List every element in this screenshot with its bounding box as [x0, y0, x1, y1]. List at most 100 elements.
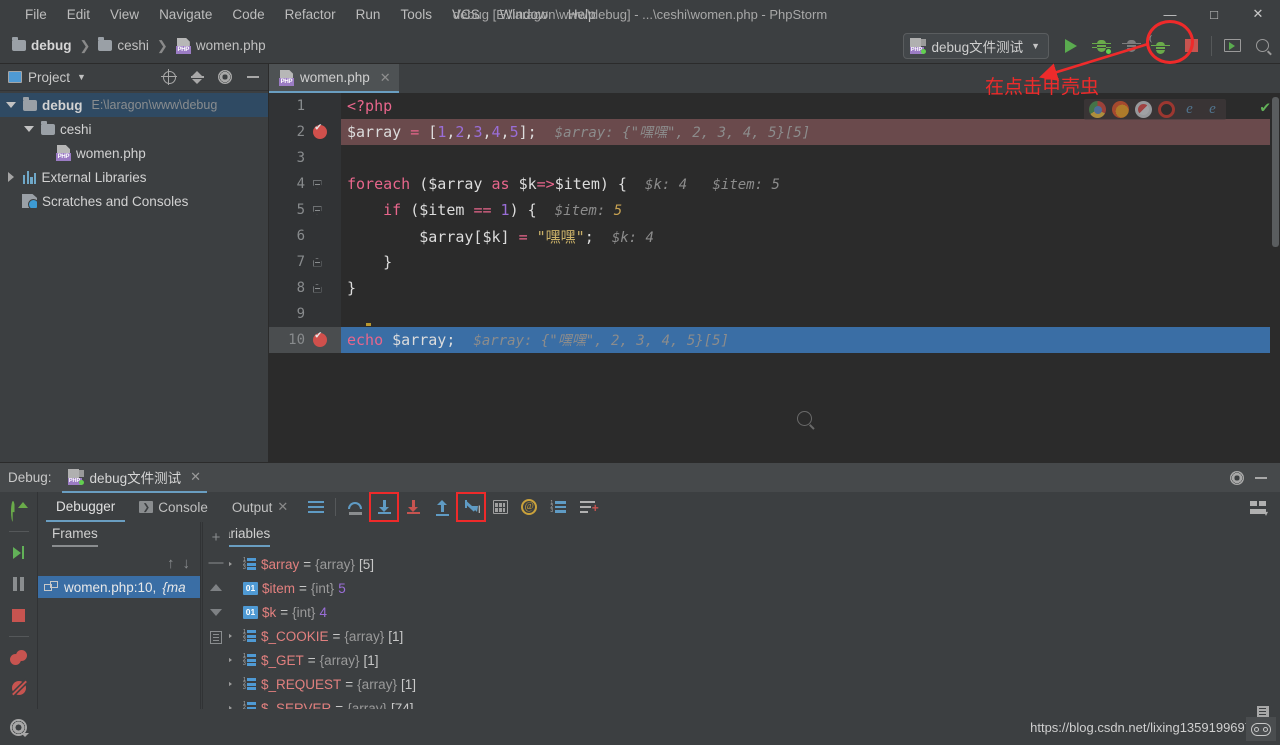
minimize-button[interactable]: — — [1148, 0, 1192, 28]
run-button[interactable] — [1057, 32, 1085, 60]
run-configuration-selector[interactable]: PHP debug文件测试 ▼ — [902, 32, 1049, 59]
debug-settings-button[interactable] — [1226, 467, 1248, 489]
breakpoint-icon[interactable] — [313, 120, 327, 139]
frame-list-item[interactable]: women.php:10, {ma — [38, 576, 200, 598]
layout-settings-button[interactable]: ▾ — [1244, 493, 1272, 521]
tab-output[interactable]: Output ✕ — [222, 492, 298, 522]
collapse-all-button[interactable] — [186, 66, 208, 88]
scroll-from-source-button[interactable] — [158, 66, 180, 88]
menu-item-refactor[interactable]: Refactor — [276, 4, 345, 25]
breadcrumb-item-ceshi[interactable]: ceshi — [94, 36, 153, 55]
variable-row-item[interactable]: 01 $item = {int} 5 — [201, 576, 1280, 600]
menu-item-tools[interactable]: Tools — [391, 4, 441, 25]
firefox-icon[interactable] — [1112, 101, 1129, 118]
step-into-button[interactable] — [369, 492, 400, 522]
fold-handle[interactable] — [311, 179, 323, 189]
variables-list-button[interactable]: 123 — [544, 493, 572, 521]
add-watch-button[interactable]: + — [205, 526, 227, 548]
menu-item-help[interactable]: Help — [559, 4, 605, 25]
move-down-button[interactable] — [205, 601, 227, 623]
gutter[interactable]: 6 — [269, 223, 341, 249]
view-breakpoints-button[interactable] — [2, 643, 36, 672]
code-editor[interactable]: 1 <?php 2 $array = [1,2,3,4,5]; $array: … — [269, 93, 1280, 462]
terminal-tool-button[interactable] — [1246, 717, 1276, 741]
edge-icon[interactable]: e — [1204, 101, 1221, 118]
frame-down-button[interactable]: ↓ — [183, 555, 191, 572]
search-icon[interactable] — [797, 411, 812, 426]
menu-item-code[interactable]: Code — [223, 4, 273, 25]
ide-settings-icon[interactable] — [10, 718, 29, 737]
debug-button[interactable] — [1087, 32, 1115, 60]
variable-row-cookie[interactable]: 123 $_COOKIE = {array} [1] — [201, 624, 1280, 648]
close-icon[interactable]: ✕ — [277, 499, 288, 515]
sidebar-item-ceshi[interactable]: ceshi — [0, 117, 268, 141]
fold-handle[interactable] — [311, 205, 323, 215]
twisty-down-icon[interactable] — [4, 102, 18, 108]
variables-tab[interactable]: Variables — [201, 522, 1280, 550]
sidebar-item-external-libraries[interactable]: External Libraries — [0, 165, 268, 189]
sidebar-item-scratches[interactable]: Scratches and Consoles — [0, 189, 268, 213]
listen-php-debug-button[interactable]: ⦅ — [1147, 32, 1175, 60]
move-up-button[interactable] — [205, 576, 227, 598]
editor-scrollbar[interactable] — [1270, 93, 1280, 462]
opera-icon[interactable] — [1158, 101, 1175, 118]
show-execution-point-button[interactable] — [302, 493, 330, 521]
project-settings-button[interactable] — [214, 66, 236, 88]
close-icon[interactable]: ✕ — [190, 469, 201, 485]
close-icon[interactable]: ✕ — [380, 70, 391, 86]
gutter[interactable]: 10 — [269, 327, 341, 353]
gutter[interactable]: 7 — [269, 249, 341, 275]
browser-launch-bar[interactable]: e e — [1084, 99, 1226, 120]
add-to-watches-button[interactable]: + — [573, 493, 601, 521]
menu-item-edit[interactable]: Edit — [58, 4, 99, 25]
mute-breakpoints-button[interactable] — [2, 674, 36, 703]
resume-program-button[interactable] — [2, 538, 36, 567]
run-to-cursor-button[interactable]: I — [456, 492, 487, 522]
tab-debugger[interactable]: Debugger — [46, 492, 126, 522]
gutter[interactable]: 5 — [269, 197, 341, 223]
menu-item-view[interactable]: View — [101, 4, 148, 25]
pause-program-button[interactable] — [2, 569, 36, 598]
sidebar-item-debug[interactable]: debug E:\laragon\www\debug — [0, 93, 268, 117]
stop-button[interactable] — [1177, 32, 1205, 60]
gutter[interactable]: 1 — [269, 93, 341, 119]
variable-row-k[interactable]: 01 $k = {int} 4 — [201, 600, 1280, 624]
fold-handle[interactable] — [311, 257, 323, 267]
gutter[interactable]: 8 — [269, 275, 341, 301]
hide-debug-button[interactable] — [1250, 467, 1272, 489]
stop-debug-button[interactable] — [2, 600, 36, 629]
gutter[interactable]: 2 — [269, 119, 341, 145]
sidebar-item-women-php[interactable]: PHP women.php — [0, 141, 268, 165]
gutter[interactable]: 9 — [269, 301, 341, 327]
gutter[interactable]: 4 — [269, 171, 341, 197]
ie-icon[interactable]: e — [1181, 101, 1198, 118]
frames-tab[interactable]: Frames — [38, 522, 200, 550]
debug-session-tab[interactable]: PHP debug文件测试 ✕ — [61, 463, 207, 493]
variable-row-array[interactable]: 123 $array = {array} [5] — [201, 552, 1280, 576]
editor-tab-women-php[interactable]: PHP women.php ✕ — [269, 64, 399, 93]
hide-project-button[interactable] — [242, 66, 264, 88]
chrome-icon[interactable] — [1089, 101, 1106, 118]
watch-at-button[interactable]: @ — [515, 493, 543, 521]
menu-item-run[interactable]: Run — [347, 4, 390, 25]
fold-handle[interactable] — [311, 283, 323, 293]
menu-item-file[interactable]: File — [16, 4, 56, 25]
safari-icon[interactable] — [1135, 101, 1152, 118]
breadcrumb-item-debug[interactable]: debug — [8, 36, 76, 55]
breakpoint-icon[interactable] — [313, 328, 327, 347]
copy-value-button[interactable] — [205, 626, 227, 648]
menu-item-window[interactable]: Window — [491, 4, 557, 25]
step-over-button[interactable] — [341, 493, 369, 521]
twisty-down-icon[interactable] — [22, 126, 36, 132]
twisty-right-icon[interactable] — [4, 172, 18, 182]
gutter[interactable]: 3 — [269, 145, 341, 171]
variable-row-request[interactable]: 123 $_REQUEST = {array} [1] — [201, 672, 1280, 696]
menu-item-navigate[interactable]: Navigate — [150, 4, 221, 25]
close-button[interactable]: ✕ — [1236, 0, 1280, 28]
variable-row-get[interactable]: 123 $_GET = {array} [1] — [201, 648, 1280, 672]
run-in-browser-button[interactable] — [1218, 32, 1246, 60]
attach-debugger-button[interactable] — [1117, 32, 1145, 60]
menu-item-vcs[interactable]: VCS — [443, 4, 489, 25]
chevron-down-icon[interactable]: ▼ — [77, 72, 86, 82]
maximize-button[interactable]: □ — [1192, 0, 1236, 28]
